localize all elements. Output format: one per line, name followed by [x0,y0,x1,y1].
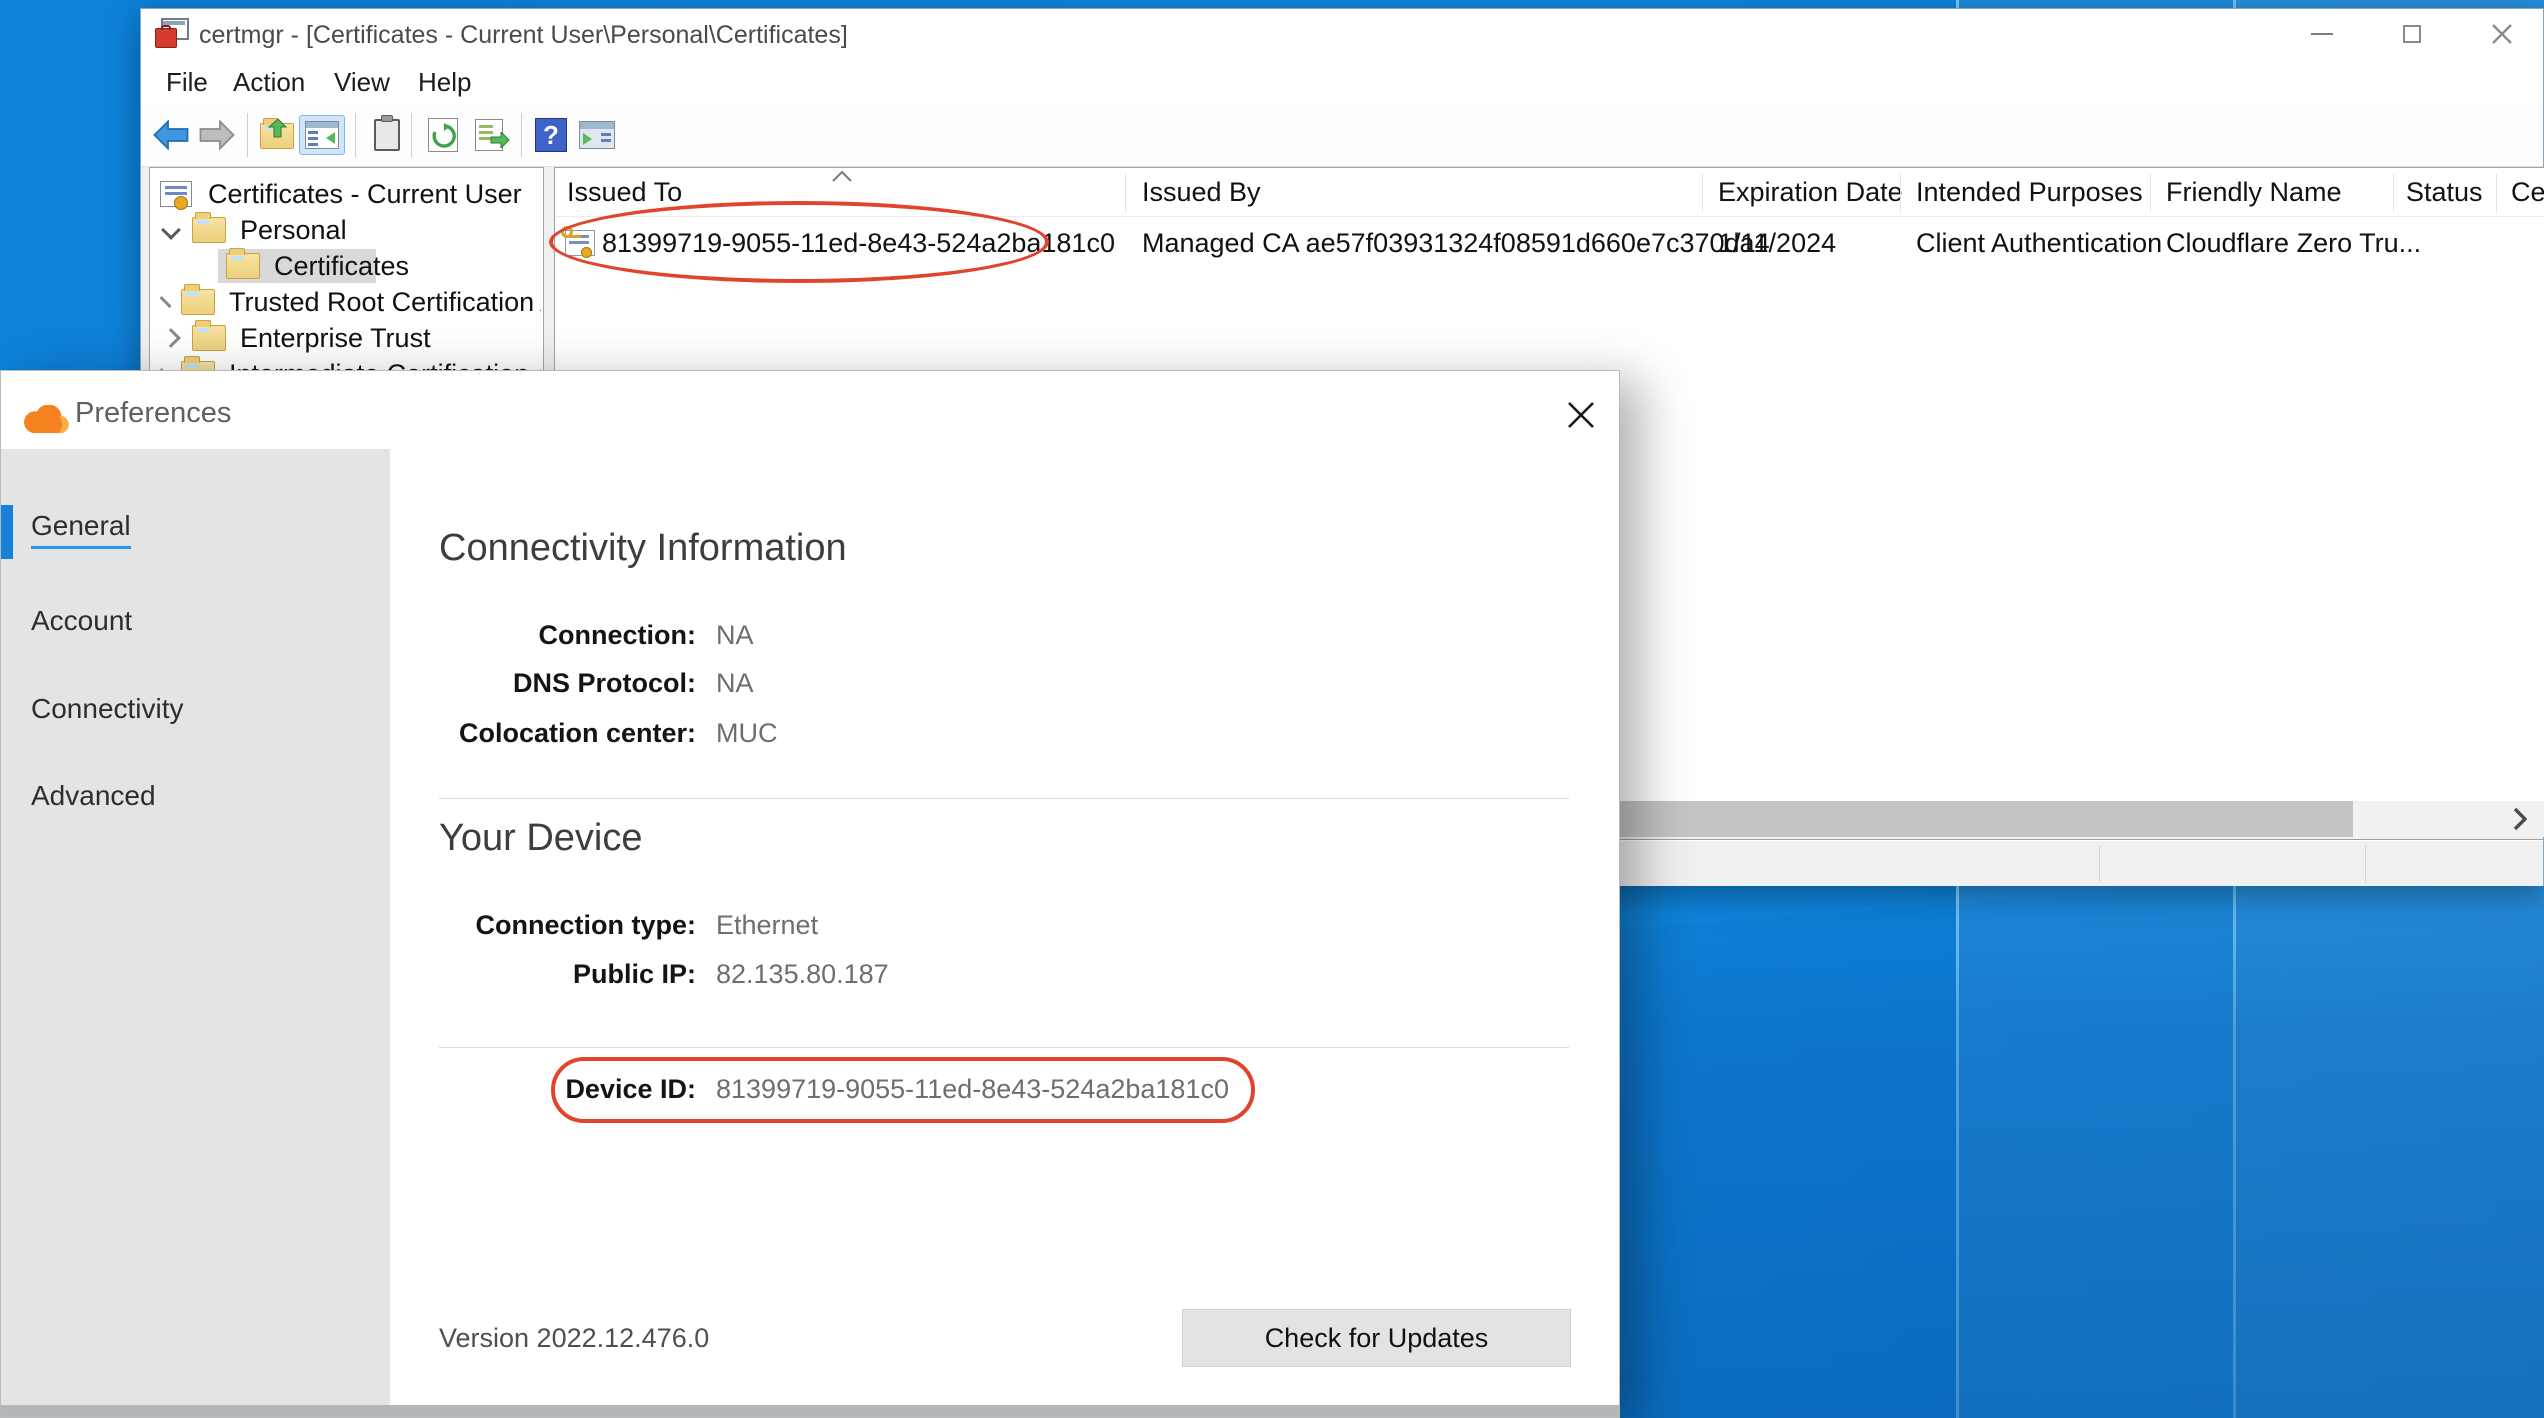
sidebar-item-general[interactable]: General [31,507,131,551]
back-icon[interactable] [151,115,191,155]
chevron-right-icon[interactable] [159,296,171,308]
desktop: certmgr - [Certificates - Current User\P… [0,0,2544,1418]
field-value-dns-protocol: NA [716,668,754,699]
column-header-issued-to[interactable]: Issued To [567,172,682,212]
up-one-level-icon[interactable] [257,115,297,155]
tree-item-personal[interactable]: Personal [152,212,541,248]
dialog-close-button[interactable] [1553,387,1609,443]
column-header-intended-purposes[interactable]: Intended Purposes [1916,172,2143,212]
sidebar-item-account[interactable]: Account [31,599,132,643]
column-header-friendly-name[interactable]: Friendly Name [2166,172,2342,212]
field-label-connection: Connection: [439,620,696,651]
field-label-connection-type: Connection type: [439,910,696,941]
cell-issued-to: 81399719-9055-11ed-8e43-524a2ba181c0 [602,228,1115,259]
certificates-root-icon [160,181,192,207]
dialog-title: Preferences [75,397,231,430]
copy-icon[interactable] [367,115,407,155]
column-header-status[interactable]: Status [2406,172,2483,212]
field-label-colocation: Colocation center: [439,718,696,749]
field-label-public-ip: Public IP: [439,959,696,990]
cell-expiration-date: 1/11/2024 [1718,228,1836,259]
minimize-button[interactable] [2291,14,2353,54]
cell-friendly-name: Cloudflare Zero Tru... [2166,228,2421,259]
folder-icon [226,253,260,279]
export-list-icon[interactable] [469,115,509,155]
field-value-connection: NA [716,620,754,651]
close-icon [2491,23,2513,45]
minimize-icon [2311,33,2333,35]
field-value-colocation: MUC [716,718,778,749]
maximize-icon [2403,25,2421,43]
sidebar-item-connectivity[interactable]: Connectivity [31,687,184,731]
scroll-right-button[interactable] [2497,801,2543,837]
maximize-button[interactable] [2381,14,2443,54]
field-value-device-id: 81399719-9055-11ed-8e43-524a2ba181c0 [716,1074,1229,1105]
check-for-updates-button[interactable]: Check for Updates [1182,1309,1571,1367]
divider [439,798,1569,799]
divider [439,1047,1569,1048]
section-heading-connectivity: Connectivity Information [439,527,847,570]
cloudflare-cloud-icon [23,405,69,435]
forward-icon[interactable] [197,115,237,155]
folder-icon [192,217,226,243]
close-icon [1565,399,1597,431]
version-label: Version 2022.12.476.0 [439,1323,709,1354]
tree-item-certificates-current-user[interactable]: Certificates - Current User [152,176,541,212]
column-header-certificate[interactable]: Ce [2511,172,2544,212]
menu-file[interactable]: File [166,67,208,98]
sidebar-item-advanced[interactable]: Advanced [31,774,156,818]
column-header-expiration-date[interactable]: Expiration Date [1718,172,1903,212]
field-label-device-id: Device ID: [439,1074,696,1105]
window-title: certmgr - [Certificates - Current User\P… [199,21,848,50]
menu-view[interactable]: View [334,67,390,98]
menu-bar: File Action View Help [141,59,2543,105]
field-value-connection-type: Ethernet [716,910,818,941]
title-bar[interactable]: certmgr - [Certificates - Current User\P… [141,9,2543,59]
certificate-with-key-icon [561,226,595,256]
cell-intended-purposes: Client Authentication [1916,228,2162,259]
chevron-down-icon[interactable] [161,220,181,240]
settings-sidebar: General Account Connectivity Advanced [1,449,390,1405]
dialog-bottom-edge [1,1405,1619,1417]
cell-issued-by: Managed CA ae57f03931324f08591d660e7c370… [1142,228,1770,259]
chevron-right-icon[interactable] [161,328,181,348]
chevron-right-icon [2513,807,2527,831]
show-console-tree-icon[interactable] [299,115,345,155]
field-label-dns-protocol: DNS Protocol: [439,668,696,699]
help-icon[interactable]: ? [531,115,571,155]
tree-item-certificates[interactable]: Certificates [152,248,541,284]
preferences-dialog: Preferences General Account Connectivity… [0,370,1620,1418]
tree-item-enterprise-trust[interactable]: Enterprise Trust [152,320,541,356]
tree-item-trusted-root[interactable]: Trusted Root Certification Au [152,284,541,320]
menu-help[interactable]: Help [418,67,471,98]
toolbar: ? [141,105,2543,167]
table-row[interactable]: 81399719-9055-11ed-8e43-524a2ba181c0 Man… [555,224,2544,264]
column-header-issued-by[interactable]: Issued By [1142,172,1261,212]
selected-accent-bar [1,505,13,559]
section-heading-your-device: Your Device [439,817,643,860]
new-window-icon[interactable] [577,115,617,155]
menu-action[interactable]: Action [233,67,305,98]
certmgr-toolbox-icon [155,18,189,50]
sort-ascending-icon [831,170,853,182]
folder-icon [181,289,215,315]
field-value-public-ip: 82.135.80.187 [716,959,889,990]
refresh-icon[interactable] [423,115,463,155]
close-button[interactable] [2471,14,2533,54]
folder-icon [192,325,226,351]
